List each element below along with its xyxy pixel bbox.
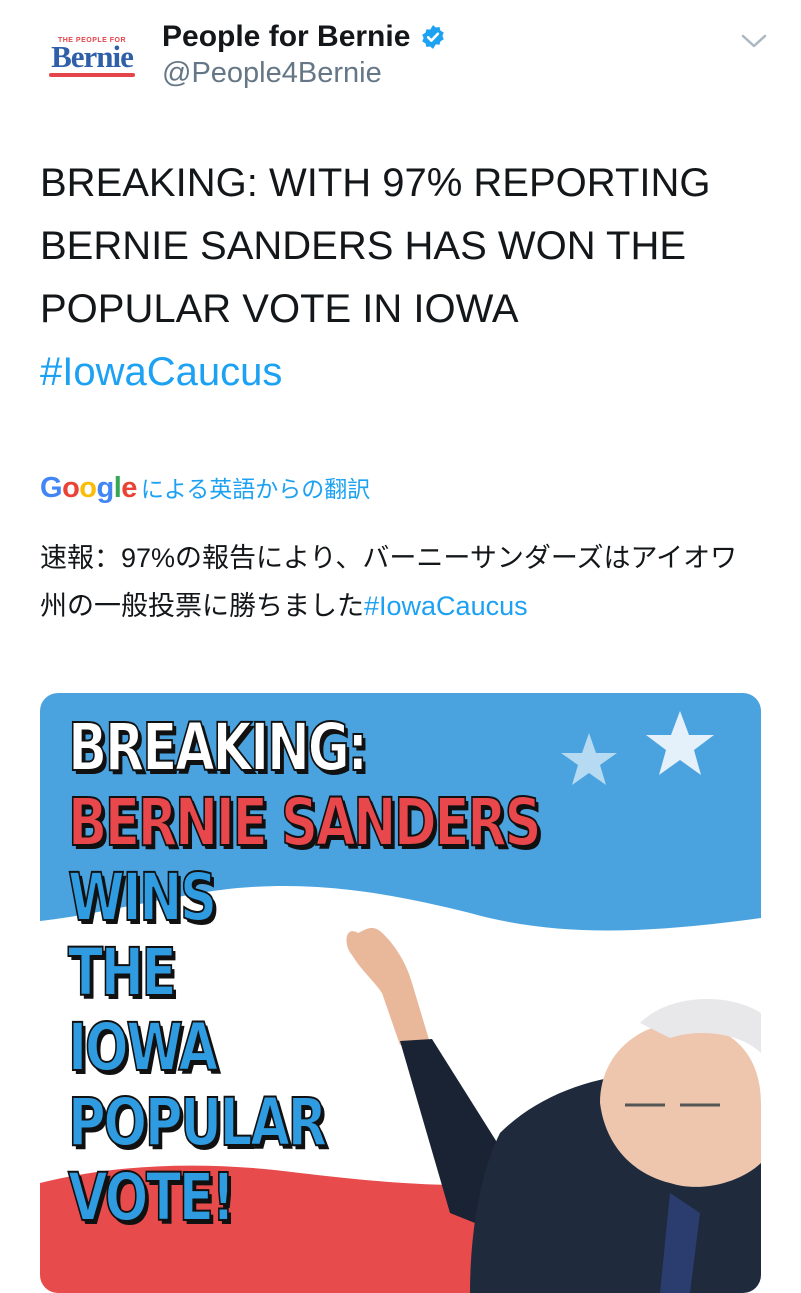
name-line: People for Bernie [162, 20, 446, 54]
media-line-name: BERNIE SANDERS [67, 784, 542, 861]
tweet-text-line: POPULAR VOTE IN IOWA [40, 287, 519, 331]
tweet-text-line: BREAKING: WITH 97% REPORTING [40, 161, 711, 205]
translation-label-text: による英語からの翻訳 [140, 476, 371, 502]
media-line-breaking: BREAKING: [67, 709, 369, 786]
avatar-logo-text: Bernie [51, 39, 134, 74]
handle[interactable]: @People4Bernie [162, 57, 382, 90]
media-line-the: THE [67, 934, 177, 1011]
media-headline: BREAKING: BERNIE SANDERS WINS THE IOWA P… [67, 709, 672, 1240]
translation-label[interactable]: Google による英語からの翻訳 [40, 470, 370, 505]
tweet-text: BREAKING: WITH 97% REPORTING BERNIE SAND… [40, 152, 760, 404]
media-line-vote: VOTE! [67, 1159, 236, 1236]
google-logo: Google [40, 472, 137, 504]
avatar[interactable]: THE PEOPLE FOR Bernie [40, 22, 144, 92]
display-name[interactable]: People for Bernie [162, 20, 410, 54]
media-line-wins: WINS [67, 859, 218, 936]
translated-text: 速報：97%の報告により、バーニーサンダーズはアイオワ州の一般投票に勝ちました#… [40, 534, 760, 630]
hashtag-link[interactable]: #IowaCaucus [40, 341, 760, 404]
chevron-down-icon[interactable] [740, 32, 768, 50]
translated-hashtag-link[interactable]: #IowaCaucus [364, 591, 528, 621]
media-line-popular: POPULAR [67, 1084, 328, 1161]
media-line-iowa: IOWA [67, 1009, 219, 1086]
avatar-swoosh [49, 73, 135, 77]
tweet-text-line: BERNIE SANDERS HAS WON THE [40, 224, 687, 268]
tweet-media-image[interactable]: BREAKING: BERNIE SANDERS WINS THE IOWA P… [40, 693, 761, 1293]
verified-badge-icon [422, 25, 445, 49]
